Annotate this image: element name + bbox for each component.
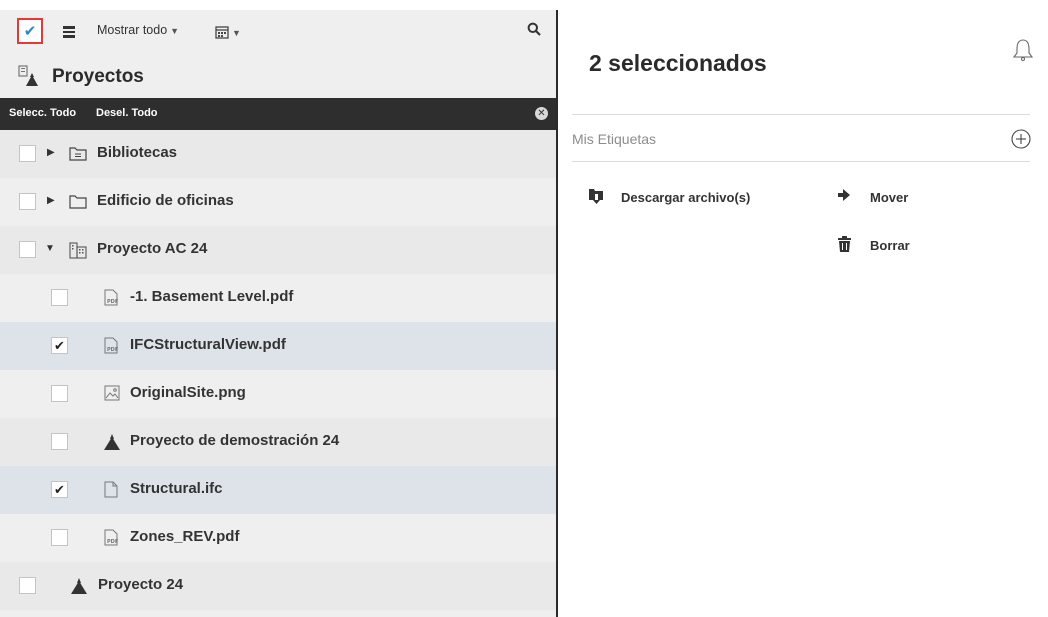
select-all-button[interactable]: Selecc. Todo (9, 107, 76, 119)
download-label: Descargar archivo(s) (621, 190, 751, 205)
toolbar: ✔ Mostrar todo ▼ ▼ (0, 10, 556, 52)
svg-text:PDF: PDF (107, 347, 118, 353)
tree-row[interactable]: ▼ Proyecto AC 24 (0, 226, 556, 274)
row-checkbox[interactable] (51, 289, 68, 306)
file-icon (104, 481, 118, 498)
search-icon (527, 22, 541, 36)
selection-bar: Selecc. Todo Desel. Todo ✕ (0, 98, 556, 130)
row-label: Bibliotecas (97, 144, 178, 161)
tree-row[interactable]: ▶ Bibliotecas (0, 130, 556, 178)
row-label: Proyecto AC 24 (97, 240, 208, 257)
row-checkbox[interactable] (51, 529, 68, 546)
panel-title: Proyectos (52, 66, 144, 87)
svg-text:PDF: PDF (107, 299, 118, 305)
move-button[interactable]: Mover (838, 188, 938, 206)
project-house-icon (104, 434, 120, 450)
date-filter-dropdown[interactable]: ▼ (215, 23, 241, 41)
svg-text:PDF: PDF (107, 539, 118, 545)
row-checkbox[interactable] (19, 193, 36, 210)
chevron-down-icon: ▼ (170, 26, 180, 36)
tree-row[interactable]: OriginalSite.png (0, 370, 556, 418)
panel-header: Proyectos (0, 52, 556, 98)
row-checkbox[interactable] (19, 577, 36, 594)
pdf-file-icon: PDF (104, 529, 118, 546)
deselect-all-button[interactable]: Desel. Todo (96, 107, 158, 119)
tree-row[interactable]: PDF -1. Basement Level.pdf (0, 274, 556, 322)
library-folder-icon (69, 147, 87, 161)
row-label: OriginalSite.png (130, 384, 246, 401)
collapse-triangle-icon[interactable]: ▼ (45, 243, 55, 254)
row-checkbox[interactable] (19, 241, 36, 258)
tree-row[interactable]: Proyecto de demostración 24 (0, 418, 556, 466)
selection-count-title: 2 seleccionados (589, 50, 767, 76)
row-checkbox[interactable]: ✔ (51, 337, 68, 354)
delete-button[interactable]: Borrar (838, 236, 938, 254)
arrow-right-icon (838, 189, 850, 201)
row-checkbox[interactable]: ✔ (51, 481, 68, 498)
trash-icon (838, 236, 851, 252)
tree-row[interactable]: ✔ PDF IFCStructuralView.pdf (0, 322, 556, 370)
building-icon (69, 242, 87, 259)
filter-label: Mostrar todo (97, 23, 168, 37)
download-icon (589, 189, 603, 204)
divider (572, 114, 1030, 115)
chevron-down-icon: ▼ (232, 28, 241, 38)
project-house-icon (71, 578, 87, 594)
expand-triangle-icon[interactable]: ▶ (47, 195, 55, 206)
tree-row[interactable]: ▶ Edificio de oficinas (0, 178, 556, 226)
project-browser-panel: ✔ Mostrar todo ▼ ▼ Proyectos Selecc. Tod… (0, 10, 558, 617)
tree-row[interactable]: Proyecto 24 (0, 562, 556, 610)
row-label: Structural.ifc (130, 480, 223, 497)
search-button[interactable] (527, 22, 541, 41)
row-label: Zones_REV.pdf (130, 528, 240, 545)
row-checkbox[interactable] (19, 145, 36, 162)
tree-row[interactable]: PDF Zones_REV.pdf (0, 514, 556, 562)
show-filter-dropdown[interactable]: Mostrar todo ▼ (97, 23, 179, 37)
row-label: IFCStructuralView.pdf (130, 336, 286, 353)
download-files-button[interactable]: Descargar archivo(s) (589, 188, 789, 206)
checkmark-icon: ✔ (23, 23, 37, 40)
delete-label: Borrar (870, 238, 910, 253)
folder-icon (69, 195, 87, 209)
divider (572, 161, 1030, 162)
tree-row[interactable]: ✔ Structural.ifc (0, 466, 556, 514)
calendar-icon (215, 26, 229, 39)
list-view-icon[interactable] (63, 26, 75, 40)
my-tags-label[interactable]: Mis Etiquetas (572, 131, 656, 147)
row-label: Edificio de oficinas (97, 192, 234, 209)
row-label: -1. Basement Level.pdf (130, 288, 294, 305)
selection-mode-toggle[interactable]: ✔ (17, 18, 43, 44)
projects-icon (18, 65, 38, 86)
row-checkbox[interactable] (51, 433, 68, 450)
expand-triangle-icon[interactable]: ▶ (47, 147, 55, 158)
pdf-file-icon: PDF (104, 289, 118, 306)
row-label: Proyecto 24 (98, 576, 184, 593)
close-selection-icon[interactable]: ✕ (535, 107, 548, 120)
row-checkbox[interactable] (51, 385, 68, 402)
row-label: Proyecto de demostración 24 (130, 432, 340, 449)
move-label: Mover (870, 190, 909, 205)
image-file-icon (104, 385, 120, 401)
bell-icon[interactable] (1013, 38, 1033, 62)
add-tag-icon[interactable] (1011, 129, 1031, 149)
pdf-file-icon: PDF (104, 337, 118, 354)
